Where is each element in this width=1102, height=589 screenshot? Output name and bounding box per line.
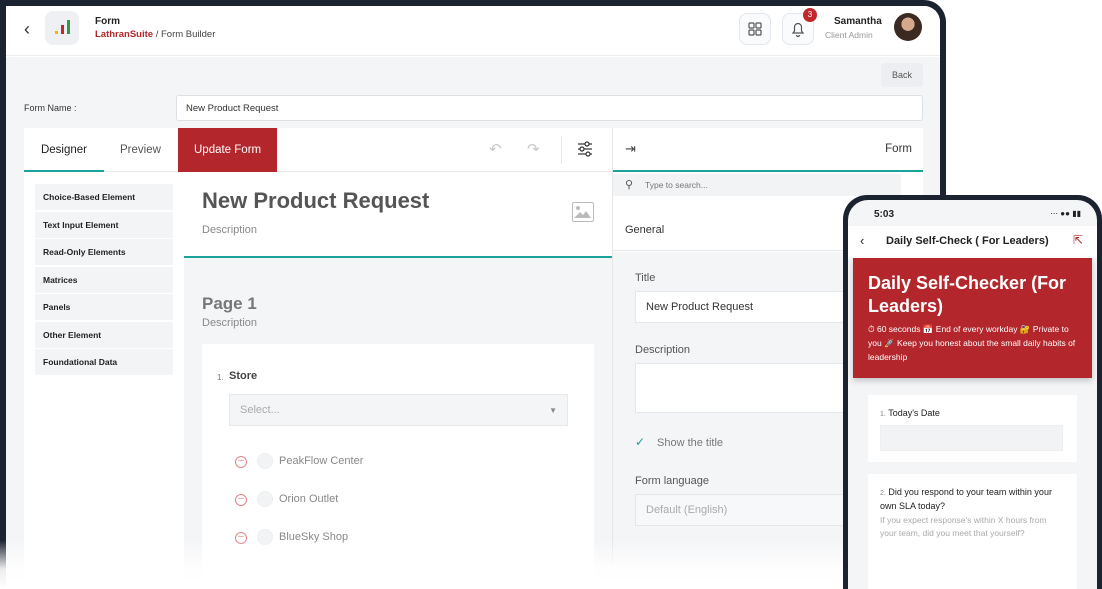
app-logo bbox=[45, 11, 79, 45]
back-chevron-icon[interactable]: ‹ bbox=[860, 233, 864, 248]
properties-search[interactable]: ⚲ Type to search... bbox=[613, 174, 901, 196]
question-title[interactable]: Store bbox=[229, 370, 257, 382]
tablet-screen: ‹ Form LathranSuite / Form Builder 3 Sam… bbox=[6, 6, 940, 589]
form-description[interactable]: Description bbox=[202, 224, 257, 236]
breadcrumb-separator: / bbox=[153, 29, 161, 40]
tab-designer[interactable]: Designer bbox=[24, 128, 104, 172]
search-placeholder: Type to search... bbox=[645, 180, 708, 190]
avatar[interactable] bbox=[894, 13, 922, 41]
apps-grid-button[interactable] bbox=[739, 13, 771, 45]
form-name-input[interactable]: New Product Request bbox=[176, 95, 923, 121]
question-number: 2. bbox=[880, 490, 886, 497]
top-bar: ‹ Form LathranSuite / Form Builder 3 Sam… bbox=[6, 6, 940, 56]
question-card: 2. Did you respond to your team within y… bbox=[868, 474, 1077, 589]
grid-icon bbox=[748, 22, 762, 36]
image-icon[interactable] bbox=[572, 202, 594, 222]
toolbox-item[interactable]: Foundational Data bbox=[35, 349, 173, 376]
status-icons: ⋯ ●● ▮▮ bbox=[1050, 209, 1081, 218]
form-banner: Daily Self-Checker (For Leaders) ⏱ 60 se… bbox=[853, 258, 1092, 378]
properties-header: ⇥ Form bbox=[613, 128, 923, 172]
question-title: 2. Did you respond to your team within y… bbox=[880, 486, 1070, 513]
toolbox-item[interactable]: Other Element bbox=[35, 321, 173, 349]
toolbox-item[interactable]: Matrices bbox=[35, 266, 173, 294]
bar-chart-logo-icon bbox=[55, 20, 70, 34]
toolbox-item[interactable]: Text Input Element bbox=[35, 211, 173, 239]
option-radio[interactable] bbox=[257, 491, 273, 507]
option-label[interactable]: PeakFlow Center bbox=[279, 455, 363, 467]
option-label[interactable]: Orion Outlet bbox=[279, 493, 338, 505]
section-title: General bbox=[625, 224, 665, 236]
page-description[interactable]: Description bbox=[202, 317, 257, 329]
question-text: Today's Date bbox=[888, 408, 940, 418]
design-canvas: New Product Request Description Page 1 D… bbox=[184, 172, 612, 589]
share-icon[interactable]: ⇱ bbox=[1073, 233, 1083, 247]
select-placeholder: Select... bbox=[240, 404, 280, 416]
update-form-button[interactable]: Update Form bbox=[178, 128, 278, 172]
banner-title: Daily Self-Checker (For Leaders) bbox=[868, 273, 1067, 316]
question-text: Did you respond to your team within your… bbox=[880, 487, 1052, 511]
caret-down-icon: ▼ bbox=[549, 406, 557, 415]
form-title[interactable]: New Product Request bbox=[202, 188, 429, 214]
notification-count-badge: 3 bbox=[803, 8, 817, 22]
phone-screen: 5:03 ⋯ ●● ▮▮ ‹ Daily Self-Check ( For Le… bbox=[848, 200, 1097, 589]
toolbox-item[interactable]: Read-Only Elements bbox=[35, 239, 173, 266]
question-card: 1. Today's Date bbox=[868, 395, 1077, 462]
language-label: Form language bbox=[635, 475, 709, 487]
breadcrumb: LathranSuite / Form Builder bbox=[95, 29, 215, 40]
breadcrumb-page: Form Builder bbox=[160, 29, 216, 40]
remove-option-icon[interactable]: – bbox=[235, 456, 247, 468]
form-header[interactable]: New Product Request Description bbox=[184, 172, 612, 258]
toolbox: Choice-Based Element Text Input Element … bbox=[35, 184, 173, 377]
show-title-label[interactable]: Show the title bbox=[657, 437, 723, 449]
page-title[interactable]: Page 1 bbox=[202, 294, 257, 314]
user-name[interactable]: Samantha bbox=[834, 16, 882, 27]
user-role: Client Admin bbox=[825, 30, 873, 40]
tablet-frame: ‹ Form LathranSuite / Form Builder 3 Sam… bbox=[0, 0, 946, 589]
tab-form-properties[interactable]: Form bbox=[885, 143, 912, 155]
remove-option-icon[interactable]: – bbox=[235, 494, 247, 506]
status-time: 5:03 bbox=[874, 209, 895, 220]
breadcrumb-brand[interactable]: LathranSuite bbox=[95, 29, 153, 40]
option-radio[interactable] bbox=[257, 453, 273, 469]
phone-frame: 5:03 ⋯ ●● ▮▮ ‹ Daily Self-Check ( For Le… bbox=[843, 195, 1102, 589]
phone-header: ‹ Daily Self-Check ( For Leaders) ⇱ bbox=[848, 226, 1097, 258]
designer-panel: Designer Preview Update Form ↶ ↷ Choice-… bbox=[24, 128, 923, 589]
tab-preview[interactable]: Preview bbox=[120, 128, 161, 172]
banner-subtitle: ⏱ 60 seconds 📅 End of every workday 🔐 Pr… bbox=[868, 324, 1076, 362]
designer-tabs: Designer Preview Update Form ↶ ↷ bbox=[24, 128, 612, 172]
question-number: 1. bbox=[217, 373, 224, 382]
phone-title: Daily Self-Check ( For Leaders) bbox=[886, 235, 1049, 247]
back-button[interactable]: Back bbox=[881, 63, 923, 87]
app-title: Form bbox=[95, 16, 120, 27]
toolbox-item[interactable]: Choice-Based Element bbox=[35, 184, 173, 211]
form-name-label: Form Name : bbox=[24, 103, 77, 113]
redo-icon[interactable]: ↷ bbox=[527, 140, 540, 158]
back-chevron-icon[interactable]: ‹ bbox=[24, 19, 30, 40]
undo-icon[interactable]: ↶ bbox=[489, 140, 502, 158]
checkmark-icon[interactable]: ✓ bbox=[635, 435, 645, 449]
title-label: Title bbox=[635, 272, 656, 284]
search-icon: ⚲ bbox=[625, 179, 634, 191]
date-input[interactable] bbox=[880, 425, 1063, 451]
question-title: 1. Today's Date bbox=[880, 407, 1070, 421]
collapse-panel-icon[interactable]: ⇥ bbox=[625, 141, 636, 157]
toolbar-divider bbox=[561, 136, 562, 164]
store-select[interactable]: Select... ▼ bbox=[229, 394, 568, 426]
question-hint: If you expect response's within X hours … bbox=[880, 515, 1047, 538]
settings-sliders-icon[interactable] bbox=[577, 141, 593, 161]
toolbox-item[interactable]: Panels bbox=[35, 294, 173, 321]
question-number: 1. bbox=[880, 411, 886, 418]
description-label: Description bbox=[635, 344, 691, 356]
